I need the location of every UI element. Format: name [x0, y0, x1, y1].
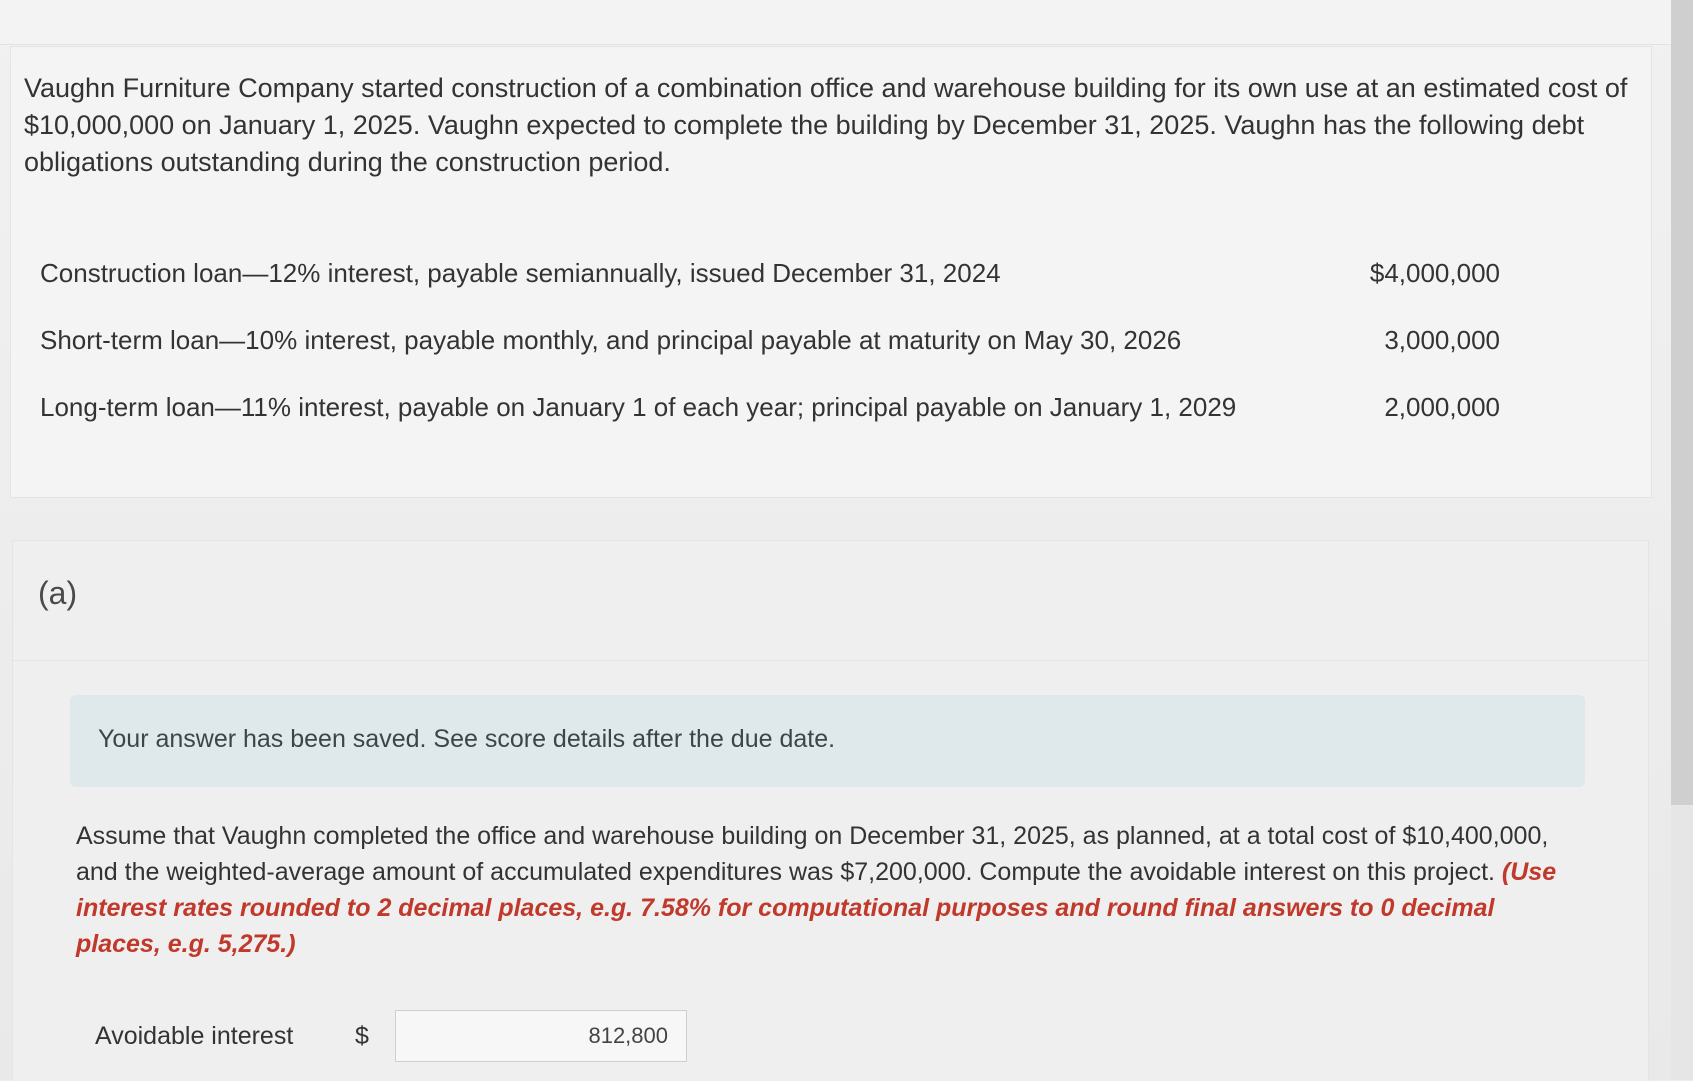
debt-amount: $4,000,000	[1369, 258, 1500, 288]
scrollbar[interactable]	[1671, 0, 1693, 1080]
debt-row: Construction loan—12% interest, payable …	[40, 240, 1500, 307]
answer-label: Avoidable interest	[95, 1022, 294, 1050]
debt-amount: 3,000,000	[1384, 325, 1500, 355]
page: Vaughn Furniture Company started constru…	[0, 0, 1693, 1081]
part-card	[12, 540, 1649, 1081]
question-text: Assume that Vaughn completed the office …	[76, 818, 1576, 962]
debt-description: Long-term loan—11% interest, payable on …	[40, 392, 1237, 422]
problem-intro: Vaughn Furniture Company started constru…	[24, 73, 1628, 177]
top-band	[0, 0, 1693, 45]
part-divider	[12, 660, 1647, 661]
debt-row: Long-term loan—11% interest, payable on …	[40, 374, 1500, 441]
debt-amount: 2,000,000	[1384, 392, 1500, 422]
debt-row: Short-term loan—10% interest, payable mo…	[40, 307, 1500, 374]
currency-symbol: $	[355, 1022, 369, 1050]
part-label: (a)	[38, 575, 78, 611]
saved-banner: Your answer has been saved. See score de…	[70, 695, 1585, 787]
debt-table: Construction loan—12% interest, payable …	[40, 240, 1500, 441]
debt-description: Construction loan—12% interest, payable …	[40, 258, 1001, 288]
saved-message: Your answer has been saved. See score de…	[98, 725, 836, 753]
debt-description: Short-term loan—10% interest, payable mo…	[40, 325, 1182, 355]
assume-text: Assume that Vaughn completed the office …	[76, 822, 1549, 886]
avoidable-interest-input[interactable]	[395, 1010, 687, 1062]
scroll-thumb[interactable]	[1671, 0, 1693, 805]
answer-row: Avoidable interest $	[95, 1010, 795, 1066]
